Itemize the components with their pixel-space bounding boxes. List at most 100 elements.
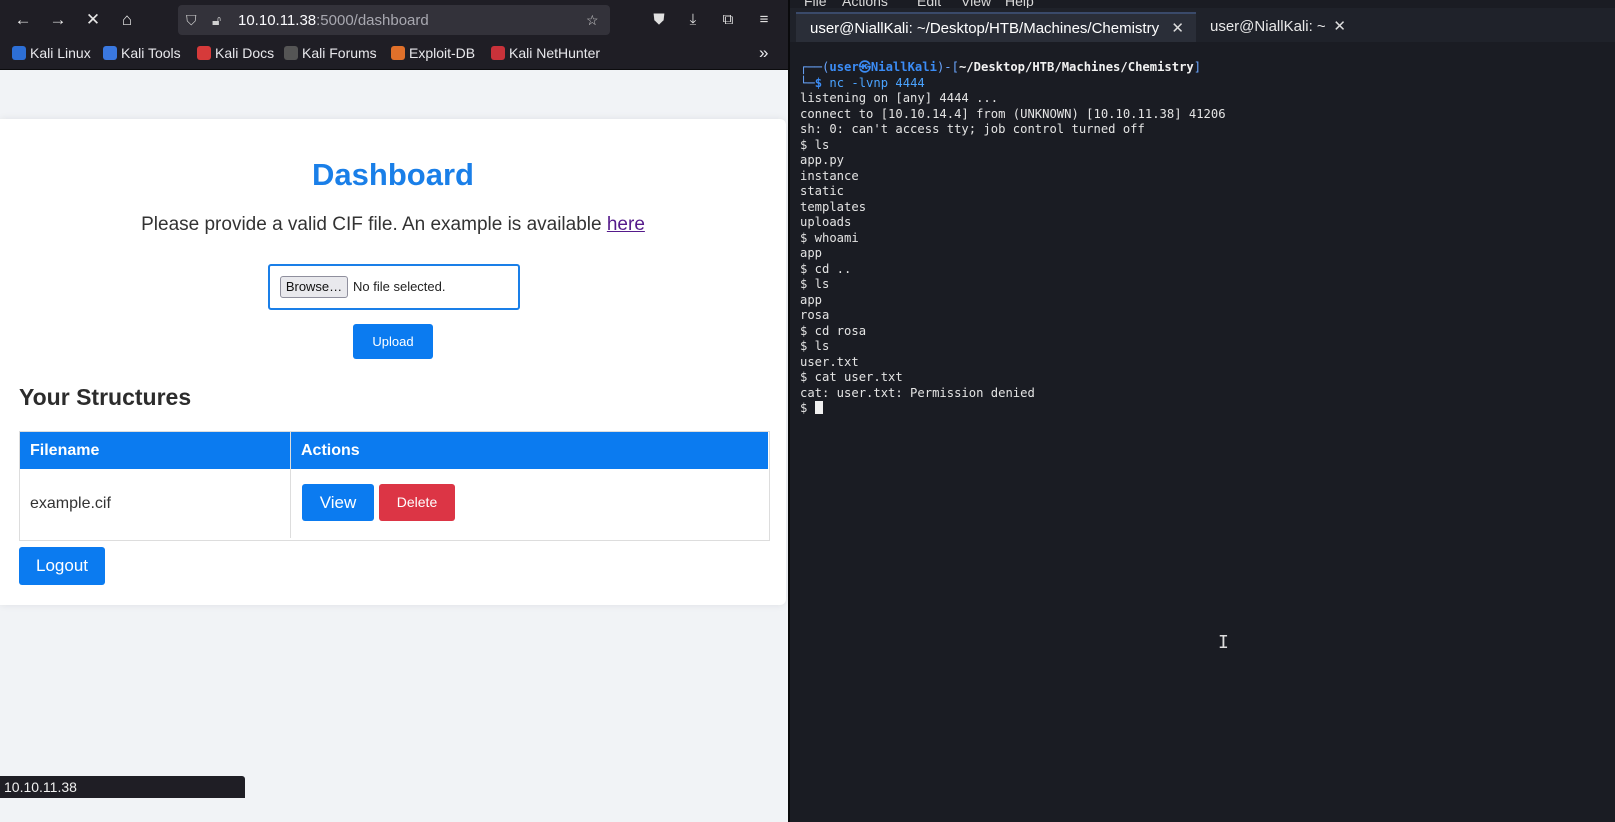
- nethunter-icon: [491, 46, 505, 60]
- prompt-dollar: $: [814, 75, 830, 90]
- bookmark-exploit-db[interactable]: Exploit-DB: [391, 45, 475, 61]
- file-upload-field[interactable]: Browse… No file selected.: [268, 264, 520, 310]
- close-tab-icon[interactable]: ✕: [1333, 12, 1346, 42]
- bookmarks-overflow-icon[interactable]: »: [759, 43, 768, 63]
- bookmark-star-icon[interactable]: ☆: [586, 10, 599, 30]
- url-path: :5000/dashboard: [316, 12, 429, 29]
- terminal-line: rosa: [800, 308, 830, 322]
- kali-icon: [12, 46, 26, 60]
- prompt-at-symbol: ㉿: [858, 60, 871, 74]
- exploit-db-icon: [391, 46, 405, 60]
- terminal-line: $ ls: [800, 277, 830, 291]
- url-text[interactable]: 10.10.11.38:5000/dashboard: [238, 12, 429, 29]
- terminal-line: $ cd rosa: [800, 323, 867, 338]
- kali-forums-icon: [284, 46, 298, 60]
- view-button[interactable]: View: [302, 484, 374, 521]
- text-cursor-icon: I: [1218, 632, 1229, 653]
- menu-edit[interactable]: Edit: [917, 0, 941, 8]
- structures-table: Filename Actions example.cif View Delete: [19, 431, 770, 541]
- command-text: nc -lvnp 4444: [829, 75, 925, 90]
- terminal-line: app: [800, 292, 823, 307]
- bookmark-label: Kali Docs: [215, 45, 275, 61]
- forward-icon[interactable]: →: [46, 8, 70, 32]
- bookmark-kali-nethunter[interactable]: Kali NetHunter: [491, 45, 600, 61]
- bookmark-label: Kali Linux: [30, 45, 91, 61]
- terminal-line: templates: [800, 199, 867, 214]
- filename-cell: example.cif: [20, 469, 291, 538]
- tab-label: user@NiallKali: ~: [1210, 18, 1326, 35]
- instructions-label: Please provide a valid CIF file. An exam…: [141, 214, 602, 235]
- example-link[interactable]: here: [607, 214, 645, 235]
- terminal-line: sh: 0: can't access tty; job control tur…: [800, 122, 1145, 136]
- menu-actions[interactable]: Actions: [842, 0, 888, 8]
- menu-icon[interactable]: ≡: [753, 9, 775, 31]
- stop-loading-icon[interactable]: ✕: [81, 8, 105, 32]
- kali-docs-icon: [197, 46, 211, 60]
- shield-icon[interactable]: ⛉: [186, 10, 197, 30]
- url-host: 10.10.11.38: [238, 12, 317, 29]
- terminal-line: connect to [10.10.14.4] from (UNKNOWN) […: [800, 106, 1226, 121]
- extensions-icon[interactable]: ⧉: [717, 9, 739, 31]
- terminal-line: uploads: [800, 215, 852, 229]
- prompt-decoration: ]: [1193, 60, 1202, 74]
- prompt-decoration: ┌──(: [800, 60, 830, 74]
- close-tab-icon[interactable]: ✕: [1171, 14, 1184, 44]
- browse-button[interactable]: Browse…: [280, 276, 348, 298]
- terminal-line: $ cd ..: [800, 261, 852, 276]
- terminal-menubar: File Actions Edit View Help: [790, 0, 1615, 8]
- prompt-user: user: [829, 60, 859, 74]
- browser-toolbar: ← → ✕ ⌂ ⛉ 🔓︎ 10.10.11.38:5000/dashboard …: [0, 0, 788, 40]
- downloads-icon[interactable]: ⤓: [682, 9, 704, 31]
- terminal-output[interactable]: ┌──(user㉿NiallKali)-[~/Desktop/HTB/Machi…: [800, 60, 1610, 417]
- bookmark-label: Exploit-DB: [409, 45, 476, 61]
- final-prompt: $: [800, 401, 815, 415]
- menu-help[interactable]: Help: [1005, 0, 1034, 8]
- structures-heading: Your Structures: [19, 384, 192, 410]
- terminal-line: static: [800, 184, 845, 198]
- prompt-decoration: )-[: [936, 60, 959, 74]
- file-status-text: No file selected.: [353, 279, 446, 294]
- link-status-tooltip: 10.10.11.38: [0, 776, 245, 798]
- terminal-tabbar: user@NiallKali: ~/Desktop/HTB/Machines/C…: [790, 8, 1615, 42]
- column-header-actions: Actions: [291, 432, 768, 469]
- terminal-line: $ whoami: [800, 230, 859, 245]
- prompt-path: ~/Desktop/HTB/Machines/Chemistry: [958, 60, 1194, 74]
- bookmark-label: Kali Forums: [302, 45, 377, 61]
- bookmark-kali-linux[interactable]: Kali Linux: [12, 45, 91, 61]
- browser-window: ← → ✕ ⌂ ⛉ 🔓︎ 10.10.11.38:5000/dashboard …: [0, 0, 788, 822]
- terminal-tab-home[interactable]: user@NiallKali: ~ ✕: [1196, 12, 1358, 42]
- bookmark-kali-tools[interactable]: Kali Tools: [103, 45, 181, 61]
- address-bar[interactable]: ⛉ 🔓︎ 10.10.11.38:5000/dashboard ☆: [178, 5, 610, 35]
- dashboard-card: Dashboard Please provide a valid CIF fil…: [0, 119, 786, 605]
- home-icon[interactable]: ⌂: [115, 8, 139, 32]
- upload-button[interactable]: Upload: [353, 324, 433, 359]
- bookmarks-bar: Kali Linux Kali Tools Kali Docs Kali For…: [0, 40, 788, 70]
- back-icon[interactable]: ←: [11, 8, 35, 32]
- page-title: Dashboard: [312, 157, 474, 192]
- pocket-icon[interactable]: ⛊: [648, 9, 670, 31]
- menu-file[interactable]: File: [804, 0, 827, 8]
- instructions-text: Please provide a valid CIF file. An exam…: [0, 214, 786, 236]
- bookmark-label: Kali Tools: [121, 45, 181, 61]
- web-page: Dashboard Please provide a valid CIF fil…: [0, 70, 788, 822]
- kali-tools-icon: [103, 46, 117, 60]
- delete-button[interactable]: Delete: [379, 484, 455, 521]
- terminal-line: cat: user.txt: Permission denied: [800, 385, 1035, 400]
- terminal-tab-chemistry[interactable]: user@NiallKali: ~/Desktop/HTB/Machines/C…: [796, 12, 1196, 42]
- tab-label: user@NiallKali: ~/Desktop/HTB/Machines/C…: [810, 20, 1160, 37]
- terminal-line: instance: [800, 168, 859, 183]
- logout-button[interactable]: Logout: [19, 547, 105, 585]
- menu-view[interactable]: View: [961, 0, 991, 8]
- terminal-line: app: [800, 246, 823, 260]
- terminal-cursor: [814, 401, 823, 414]
- bookmark-kali-docs[interactable]: Kali Docs: [197, 45, 274, 61]
- prompt-decoration: └─: [800, 75, 815, 90]
- bookmark-kali-forums[interactable]: Kali Forums: [284, 45, 377, 61]
- terminal-window: File Actions Edit View Help user@NiallKa…: [788, 0, 1615, 822]
- terminal-line: $ ls: [800, 137, 830, 152]
- terminal-line: $ ls: [800, 339, 830, 353]
- column-header-filename: Filename: [20, 432, 291, 469]
- lock-insecure-icon[interactable]: 🔓︎: [212, 10, 221, 30]
- terminal-line: listening on [any] 4444 ...: [800, 91, 999, 105]
- terminal-lines: listening on [any] 4444 ... connect to […: [800, 91, 1226, 400]
